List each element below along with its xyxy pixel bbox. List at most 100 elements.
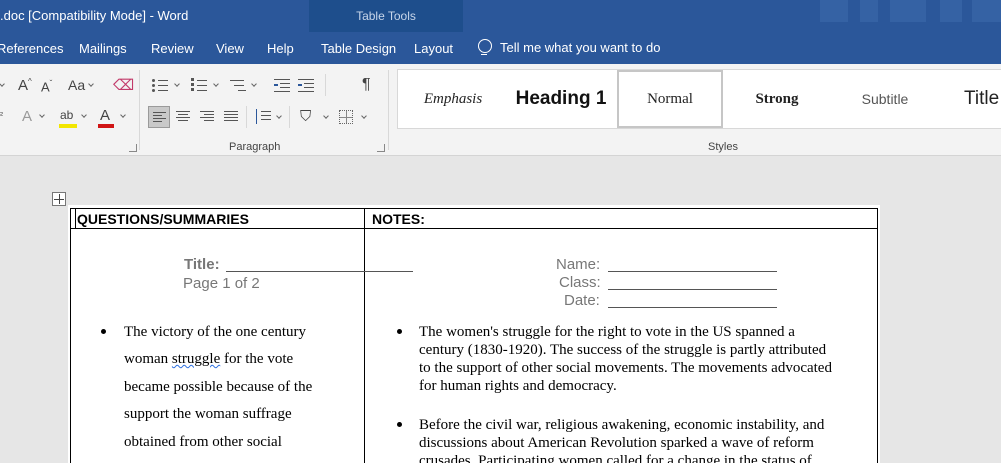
shading-arrow-icon[interactable] xyxy=(323,113,329,119)
decrease-indent-icon[interactable] xyxy=(274,78,292,92)
tab-table-design[interactable]: Table Design xyxy=(321,41,396,56)
highlight-icon[interactable]: ab xyxy=(60,108,73,122)
tab-help[interactable]: Help xyxy=(267,41,294,56)
group-separator xyxy=(388,70,389,150)
text-line: Before the civil war, religious awakenin… xyxy=(419,417,825,433)
style-normal[interactable]: Normal xyxy=(617,70,723,128)
tell-me-label: Tell me what you want to do xyxy=(500,39,661,55)
toolbar-separator xyxy=(246,106,247,128)
align-left-button[interactable] xyxy=(148,106,170,128)
name-underline xyxy=(608,271,777,272)
styles-group-label: Styles xyxy=(708,141,738,153)
multilevel-list-icon[interactable] xyxy=(230,78,250,92)
class-label: Class: xyxy=(559,274,601,291)
style-strong[interactable]: Strong xyxy=(728,70,826,128)
table-column-divider xyxy=(364,209,365,463)
font-color-bar xyxy=(98,124,114,128)
styles-gallery: Emphasis Heading 1 Normal Strong Subtitl… xyxy=(397,69,1001,129)
bullet-marker xyxy=(397,422,402,427)
style-heading-1[interactable]: Heading 1 xyxy=(508,70,614,128)
tab-mailings[interactable]: Mailings xyxy=(79,41,127,56)
borders-icon[interactable] xyxy=(339,110,353,124)
text-line: support the woman suffrage xyxy=(124,406,292,422)
shrink-font-icon[interactable]: Aˇ xyxy=(41,79,52,94)
change-case-arrow-icon[interactable] xyxy=(88,81,94,87)
bullets-icon[interactable] xyxy=(152,78,172,92)
class-underline xyxy=(608,289,777,290)
text-effects-arrow-icon[interactable] xyxy=(39,112,45,118)
titlebar-pattern xyxy=(860,0,878,22)
titlebar-pattern xyxy=(972,0,1001,22)
spelling-flagged-word: struggle xyxy=(171,351,221,367)
align-right-icon[interactable] xyxy=(200,110,216,124)
tab-review[interactable]: Review xyxy=(151,41,194,56)
clear-formatting-icon[interactable]: ⌫ xyxy=(113,76,134,94)
style-subtitle[interactable]: Subtitle xyxy=(836,70,934,128)
show-formatting-marks-icon[interactable]: ¶ xyxy=(362,76,371,94)
line-spacing-icon[interactable] xyxy=(254,108,272,126)
highlight-arrow-icon[interactable] xyxy=(81,112,87,118)
document-title: .doc [Compatibility Mode] - Word xyxy=(0,8,189,23)
text-line: discussions about American Revolution sp… xyxy=(419,435,814,451)
change-case-button[interactable]: Aa xyxy=(68,77,85,93)
font-size-dropdown-arrow[interactable] xyxy=(0,81,5,87)
tab-layout[interactable]: Layout xyxy=(414,41,453,56)
font-color-arrow-icon[interactable] xyxy=(120,112,126,118)
text-line: The victory of the one century xyxy=(124,324,307,340)
tab-view[interactable]: View xyxy=(216,41,244,56)
style-emphasis[interactable]: Emphasis xyxy=(408,70,498,128)
ribbon-tabs: References Mailings Review View Help Tab… xyxy=(0,32,1001,64)
align-center-icon[interactable] xyxy=(176,110,192,124)
line-spacing-arrow-icon[interactable] xyxy=(276,113,282,119)
font-dialog-launcher-icon[interactable] xyxy=(129,144,137,152)
justify-icon[interactable] xyxy=(224,110,240,124)
text-line: for human rights and democracy. xyxy=(419,378,617,394)
shading-icon[interactable]: ⛉ xyxy=(300,108,311,125)
grow-font-icon[interactable]: A^ xyxy=(18,77,32,94)
increase-indent-icon[interactable] xyxy=(298,78,316,92)
toolbar-separator xyxy=(289,106,290,128)
text-line: became possible because of the xyxy=(124,379,313,395)
text-line: woman struggle for the vote xyxy=(124,351,293,368)
text-line: obtained from other social xyxy=(124,434,282,450)
text-line: to the support of other social movements… xyxy=(419,360,832,376)
table-header-divider xyxy=(71,228,877,229)
text-line: The women's struggle for the right to vo… xyxy=(419,324,795,340)
table-rule xyxy=(75,209,76,228)
paragraph-dialog-launcher-icon[interactable] xyxy=(377,144,385,152)
title-underline xyxy=(226,271,413,272)
titlebar-pattern xyxy=(890,0,926,22)
style-title[interactable]: Title xyxy=(964,70,1001,128)
text-line: crusades. Participating women called for… xyxy=(419,453,812,463)
col1-header: QUESTIONS/SUMMARIES xyxy=(77,211,249,227)
table-move-handle-icon[interactable] xyxy=(52,192,66,206)
text-effects-icon[interactable]: A xyxy=(22,108,32,125)
bullet-marker xyxy=(101,329,106,334)
text-line: century (1830-1920). The success of the … xyxy=(419,342,827,358)
multilevel-arrow-icon[interactable] xyxy=(251,81,257,87)
paragraph-group-label: Paragraph xyxy=(229,141,281,153)
group-separator xyxy=(139,70,140,150)
text-fragment: for the vote xyxy=(224,351,294,367)
page-info: Page 1 of 2 xyxy=(183,275,260,292)
highlight-color-bar xyxy=(59,124,77,128)
date-label: Date: xyxy=(564,292,600,309)
tab-references[interactable]: References xyxy=(0,41,63,56)
col2-header: NOTES: xyxy=(372,211,425,227)
table-tools-label: Table Tools xyxy=(356,9,416,23)
font-color-icon[interactable]: A xyxy=(100,107,110,124)
date-underline xyxy=(608,307,777,308)
name-label: Name: xyxy=(556,256,601,273)
title-label: Title: xyxy=(184,256,220,273)
bullets-arrow-icon[interactable] xyxy=(174,81,180,87)
titlebar-pattern xyxy=(940,0,962,22)
title-bar: .doc [Compatibility Mode] - Word xyxy=(0,0,1001,32)
lightbulb-icon xyxy=(478,39,492,55)
titlebar-pattern xyxy=(820,0,848,22)
tell-me-search[interactable]: Tell me what you want to do xyxy=(478,39,660,55)
numbering-arrow-icon[interactable] xyxy=(213,81,219,87)
numbering-icon[interactable] xyxy=(191,78,211,92)
subscript-icon[interactable]: ² xyxy=(0,110,3,120)
bullet-marker xyxy=(397,329,402,334)
borders-arrow-icon[interactable] xyxy=(361,113,367,119)
